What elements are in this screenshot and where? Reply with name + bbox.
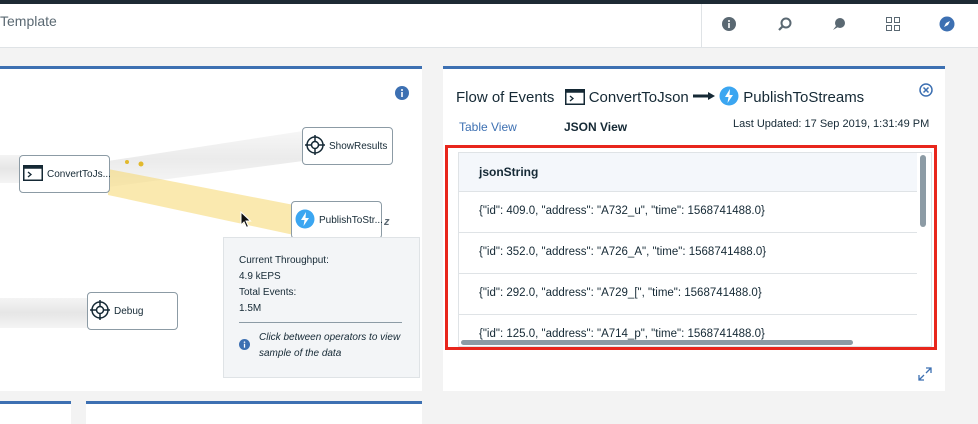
node-label: ConvertToJs... xyxy=(47,168,111,180)
table-cell: {"id": 409.0, "address": "A732_u", "time… xyxy=(479,205,765,217)
search-alert-icon[interactable] xyxy=(777,16,793,32)
table-cell: {"id": 125.0, "address": "A714_p", "time… xyxy=(479,328,765,340)
node-label: ShowResults xyxy=(329,140,388,152)
throughput-label: Current Throughput: xyxy=(239,255,329,266)
hint-info-icon xyxy=(239,339,250,353)
bottom-panel-left xyxy=(0,401,71,424)
throughput-value: 4.9 kEPS xyxy=(239,271,281,282)
sleep-marker: z xyxy=(384,216,390,228)
mouse-cursor-icon xyxy=(240,210,252,234)
info-icon[interactable] xyxy=(721,16,737,32)
tab-table-view[interactable]: Table View xyxy=(459,120,517,134)
table-row[interactable]: {"id": 352.0, "address": "A726_A", "time… xyxy=(459,233,917,274)
tab-json-view[interactable]: JSON View xyxy=(564,120,627,134)
terminal-icon xyxy=(23,164,43,184)
throughput-tooltip: Current Throughput: 4.9 kEPS Total Event… xyxy=(223,237,420,378)
table-header: jsonString xyxy=(459,153,917,192)
flow-title-prefix: Flow of Events xyxy=(456,89,555,106)
node-convert-to-json[interactable]: ConvertToJs... xyxy=(19,155,111,193)
target-icon xyxy=(305,134,325,158)
node-debug[interactable]: Debug xyxy=(87,292,178,330)
page-title: Template xyxy=(0,13,57,29)
events-label: Total Events: xyxy=(239,287,297,298)
node-label: Debug xyxy=(114,305,144,317)
graph-info-icon[interactable] xyxy=(395,86,409,105)
table-cell: {"id": 352.0, "address": "A726_A", "time… xyxy=(479,246,767,258)
lightning-icon xyxy=(719,86,739,110)
compass-icon[interactable] xyxy=(939,16,955,32)
flow-title: Flow of Events ConvertToJson PublishToSt… xyxy=(456,86,864,110)
node-publish-to-streams[interactable]: PublishToStr... xyxy=(291,201,383,239)
tooltip-divider xyxy=(239,322,402,323)
bottom-panel-middle xyxy=(86,401,422,424)
lightning-icon xyxy=(295,209,315,232)
table-row[interactable]: {"id": 292.0, "address": "A729_[", "time… xyxy=(459,274,917,315)
target-icon xyxy=(90,299,110,323)
close-icon[interactable] xyxy=(919,83,933,102)
events-table[interactable]: jsonString {"id": 409.0, "address": "A73… xyxy=(458,152,932,347)
selected-flow-path xyxy=(108,169,294,235)
tooltip-hint: Click between operators to view sample o… xyxy=(259,332,401,359)
table-row[interactable]: {"id": 409.0, "address": "A732_u", "time… xyxy=(459,192,917,233)
flow-target: PublishToStreams xyxy=(743,89,865,106)
events-value: 1.5M xyxy=(239,303,262,314)
horizontal-scrollbar[interactable] xyxy=(461,340,853,345)
header-divider xyxy=(701,4,702,47)
last-updated: Last Updated: 17 Sep 2019, 1:31:49 PM xyxy=(733,118,930,130)
grid-icon[interactable] xyxy=(885,16,901,32)
arrow-connector-icon xyxy=(692,87,715,104)
vertical-scrollbar[interactable] xyxy=(920,155,926,227)
chat-icon[interactable] xyxy=(831,16,847,32)
table-cell: {"id": 292.0, "address": "A729_[", "time… xyxy=(479,287,762,299)
terminal-icon xyxy=(564,89,585,109)
node-label: PublishToStr... xyxy=(319,214,383,226)
expand-icon[interactable] xyxy=(918,367,932,386)
flow-source: ConvertToJson xyxy=(588,89,689,106)
node-show-results[interactable]: ShowResults xyxy=(302,127,393,165)
column-header: jsonString xyxy=(479,165,539,179)
